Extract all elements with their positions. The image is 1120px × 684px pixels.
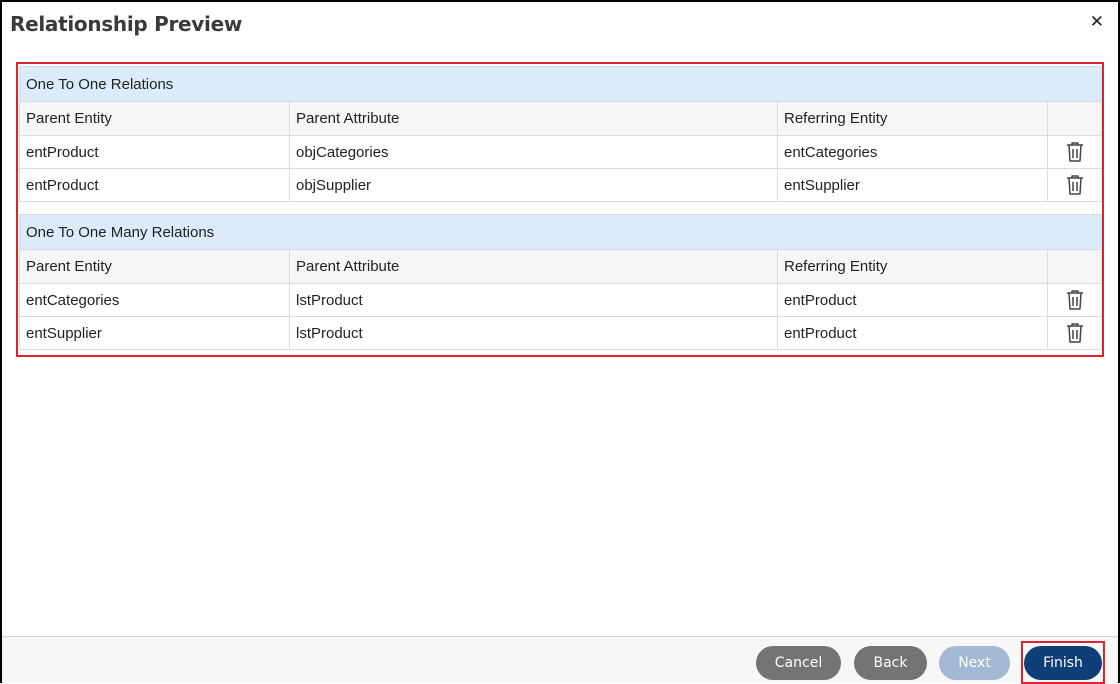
parent-attribute-cell: lstProduct <box>289 283 778 317</box>
row-actions <box>1047 135 1102 169</box>
table-row: entSupplier lstProduct entProduct <box>19 316 1102 350</box>
parent-entity-cell: entSupplier <box>19 316 290 350</box>
next-button[interactable]: Next <box>939 646 1010 680</box>
row-actions <box>1047 316 1102 350</box>
row-actions <box>1047 283 1102 317</box>
close-icon[interactable]: ✕ <box>1090 12 1104 32</box>
table-row: entProduct objCategories entCategories <box>19 135 1102 169</box>
finish-button[interactable]: Finish <box>1024 646 1102 680</box>
trash-icon[interactable] <box>1065 289 1085 311</box>
parent-entity-cell: entProduct <box>19 135 290 169</box>
column-header: Parent Attribute <box>289 249 778 284</box>
relations-grid: One To One Relations Parent Entity Paren… <box>16 62 1104 357</box>
referring-entity-cell: entSupplier <box>777 168 1048 202</box>
section-header-one-to-many: One To One Many Relations <box>19 214 1102 250</box>
referring-entity-cell: entCategories <box>777 135 1048 169</box>
table-row: entCategories lstProduct entProduct <box>19 283 1102 317</box>
table-row: entProduct objSupplier entSupplier <box>19 168 1102 202</box>
column-header-row: Parent Entity Parent Attribute Referring… <box>19 249 1102 284</box>
column-header: Parent Attribute <box>289 101 778 136</box>
trash-icon[interactable] <box>1065 322 1085 344</box>
column-header: Referring Entity <box>777 249 1048 284</box>
trash-icon[interactable] <box>1065 174 1085 196</box>
column-header-actions <box>1047 101 1102 136</box>
back-button[interactable]: Back <box>854 646 927 680</box>
section-spacer <box>19 201 1102 215</box>
parent-entity-cell: entCategories <box>19 283 290 317</box>
section-title: One To One Relations <box>19 66 1102 102</box>
column-header-row: Parent Entity Parent Attribute Referring… <box>19 101 1102 136</box>
parent-attribute-cell: lstProduct <box>289 316 778 350</box>
section-title: One To One Many Relations <box>19 214 1102 250</box>
trash-icon[interactable] <box>1065 141 1085 163</box>
row-actions <box>1047 168 1102 202</box>
relationship-preview-dialog: Relationship Preview ✕ One To One Relati… <box>0 0 1120 684</box>
dialog-title: Relationship Preview <box>10 12 243 36</box>
section-header-one-to-one: One To One Relations <box>19 66 1102 102</box>
column-header: Parent Entity <box>19 101 290 136</box>
parent-attribute-cell: objSupplier <box>289 168 778 202</box>
parent-attribute-cell: objCategories <box>289 135 778 169</box>
column-header: Referring Entity <box>777 101 1048 136</box>
referring-entity-cell: entProduct <box>777 316 1048 350</box>
cancel-button[interactable]: Cancel <box>756 646 841 680</box>
column-header-actions <box>1047 249 1102 284</box>
referring-entity-cell: entProduct <box>777 283 1048 317</box>
dialog-footer: Cancel Back Next Finish <box>2 636 1118 684</box>
column-header: Parent Entity <box>19 249 290 284</box>
parent-entity-cell: entProduct <box>19 168 290 202</box>
